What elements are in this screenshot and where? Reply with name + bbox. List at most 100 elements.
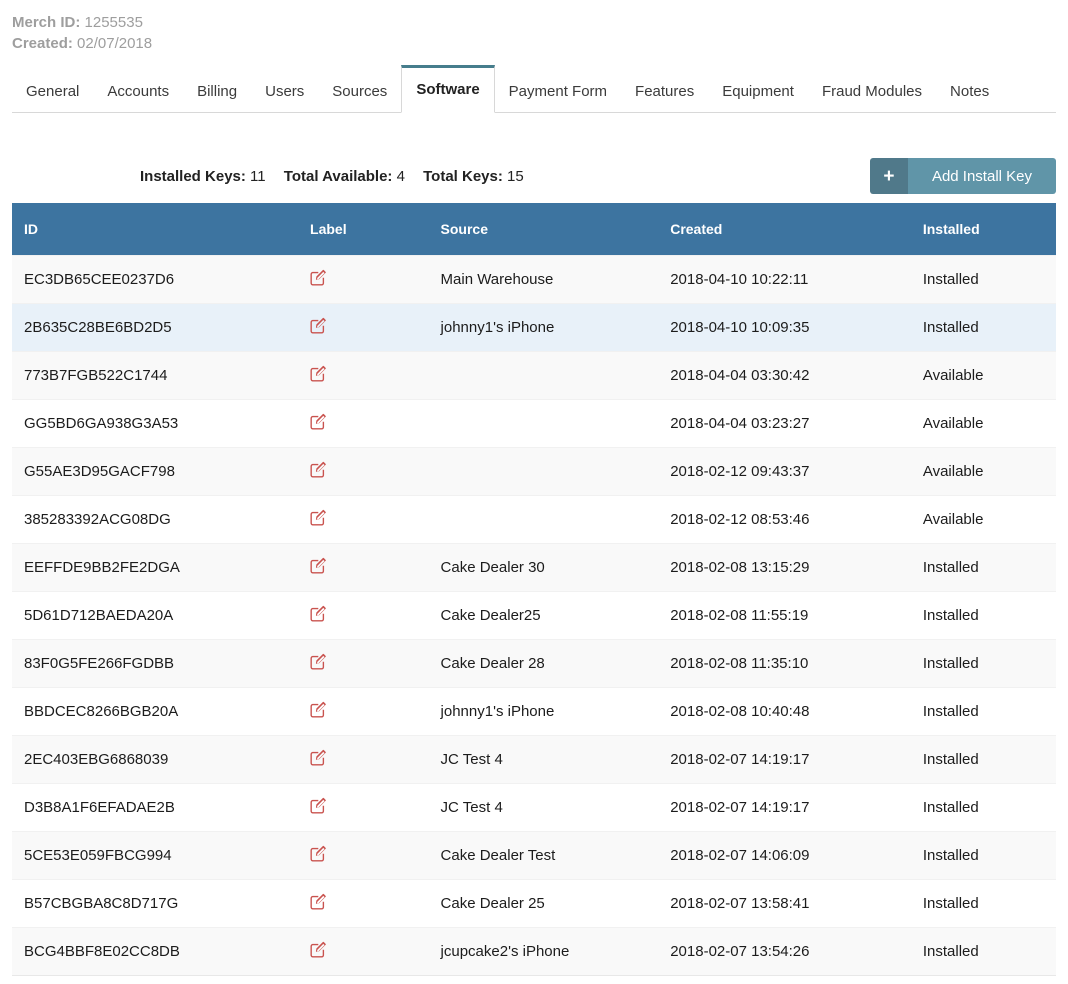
toolbar: Installed Keys: 11 Total Available: 4 To… — [12, 158, 1056, 194]
cell-source: Main Warehouse — [429, 255, 659, 303]
cell-source — [429, 447, 659, 495]
cell-installed-status: Installed — [911, 831, 1056, 879]
cell-label — [298, 447, 428, 495]
edit-label-icon[interactable] — [310, 941, 327, 958]
cell-label — [298, 735, 428, 783]
cell-installed-status: Available — [911, 351, 1056, 399]
edit-label-icon[interactable] — [310, 317, 327, 334]
tab-users[interactable]: Users — [251, 71, 318, 113]
cell-source: johnny1's iPhone — [429, 303, 659, 351]
edit-label-icon[interactable] — [310, 701, 327, 718]
cell-id: B57CBGBA8C8D717G — [12, 879, 298, 927]
tab-accounts[interactable]: Accounts — [93, 71, 183, 113]
cell-label — [298, 399, 428, 447]
install-keys-table: ID Label Source Created Installed EC3DB6… — [12, 203, 1056, 976]
cell-id: 2EC403EBG6868039 — [12, 735, 298, 783]
table-row[interactable]: EEFFDE9BB2FE2DGA Cake Dealer 30 2018-02-… — [12, 543, 1056, 591]
tab-notes[interactable]: Notes — [936, 71, 1003, 113]
add-install-key-button[interactable]: + Add Install Key — [870, 158, 1056, 194]
cell-created: 2018-04-10 10:22:11 — [658, 255, 911, 303]
cell-id: G55AE3D95GACF798 — [12, 447, 298, 495]
cell-installed-status: Installed — [911, 303, 1056, 351]
edit-label-icon[interactable] — [310, 845, 327, 862]
cell-created: 2018-04-04 03:30:42 — [658, 351, 911, 399]
cell-source: JC Test 4 — [429, 783, 659, 831]
edit-label-icon[interactable] — [310, 413, 327, 430]
edit-label-icon[interactable] — [310, 557, 327, 574]
table-row[interactable]: G55AE3D95GACF798 2018-02-12 09:43:37 Ava… — [12, 447, 1056, 495]
cell-label — [298, 543, 428, 591]
edit-label-icon[interactable] — [310, 605, 327, 622]
cell-source: Cake Dealer25 — [429, 591, 659, 639]
table-row[interactable]: 2B635C28BE6BD2D5 johnny1's iPhone 2018-0… — [12, 303, 1056, 351]
table-row[interactable]: GG5BD6GA938G3A53 2018-04-04 03:23:27 Ava… — [12, 399, 1056, 447]
cell-source — [429, 399, 659, 447]
merch-created-value: 02/07/2018 — [77, 35, 152, 52]
edit-label-icon[interactable] — [310, 653, 327, 670]
merch-created-line: Created: 02/07/2018 — [12, 33, 1068, 54]
edit-label-icon[interactable] — [310, 797, 327, 814]
edit-label-icon[interactable] — [310, 509, 327, 526]
cell-id: BBDCEC8266BGB20A — [12, 687, 298, 735]
key-stats: Installed Keys: 11 Total Available: 4 To… — [140, 168, 538, 185]
stat-total-keys-label: Total Keys: — [423, 168, 503, 185]
table-header-row: ID Label Source Created Installed — [12, 203, 1056, 255]
cell-label — [298, 879, 428, 927]
add-install-key-label: Add Install Key — [908, 158, 1056, 194]
cell-installed-status: Available — [911, 447, 1056, 495]
cell-created: 2018-02-07 13:58:41 — [658, 879, 911, 927]
cell-label — [298, 831, 428, 879]
merch-id-label: Merch ID: — [12, 14, 80, 31]
tab-features[interactable]: Features — [621, 71, 708, 113]
cell-installed-status: Installed — [911, 927, 1056, 975]
merchant-info: Merch ID: 1255535 Created: 02/07/2018 — [0, 0, 1068, 54]
table-row[interactable]: BBDCEC8266BGB20A johnny1's iPhone 2018-0… — [12, 687, 1056, 735]
table-row[interactable]: 385283392ACG08DG 2018-02-12 08:53:46 Ava… — [12, 495, 1056, 543]
table-row[interactable]: 5D61D712BAEDA20A Cake Dealer25 2018-02-0… — [12, 591, 1056, 639]
cell-label — [298, 255, 428, 303]
tab-billing[interactable]: Billing — [183, 71, 251, 113]
cell-created: 2018-02-07 14:19:17 — [658, 783, 911, 831]
table-row[interactable]: 83F0G5FE266FGDBB Cake Dealer 28 2018-02-… — [12, 639, 1056, 687]
table-row[interactable]: D3B8A1F6EFADAE2B JC Test 4 2018-02-07 14… — [12, 783, 1056, 831]
cell-label — [298, 783, 428, 831]
plus-icon: + — [870, 158, 908, 194]
table-row[interactable]: BCG4BBF8E02CC8DB jcupcake2's iPhone 2018… — [12, 927, 1056, 975]
table-header: ID Label Source Created Installed — [12, 203, 1056, 255]
table-row[interactable]: 5CE53E059FBCG994 Cake Dealer Test 2018-0… — [12, 831, 1056, 879]
cell-source: Cake Dealer 28 — [429, 639, 659, 687]
cell-label — [298, 303, 428, 351]
merch-id-line: Merch ID: 1255535 — [12, 12, 1068, 33]
cell-id: BCG4BBF8E02CC8DB — [12, 927, 298, 975]
table-row[interactable]: 2EC403EBG6868039 JC Test 4 2018-02-07 14… — [12, 735, 1056, 783]
cell-id: 2B635C28BE6BD2D5 — [12, 303, 298, 351]
table-body: EC3DB65CEE0237D6 Main Warehouse 2018-04-… — [12, 255, 1056, 975]
cell-source: Cake Dealer 25 — [429, 879, 659, 927]
cell-id: GG5BD6GA938G3A53 — [12, 399, 298, 447]
stat-total-available: Total Available: 4 — [284, 168, 409, 185]
tab-equipment[interactable]: Equipment — [708, 71, 808, 113]
tab-fraud-modules[interactable]: Fraud Modules — [808, 71, 936, 113]
cell-id: 5CE53E059FBCG994 — [12, 831, 298, 879]
column-header-id: ID — [12, 203, 298, 255]
edit-label-icon[interactable] — [310, 269, 327, 286]
edit-label-icon[interactable] — [310, 749, 327, 766]
tab-general[interactable]: General — [12, 71, 93, 113]
column-header-source: Source — [429, 203, 659, 255]
tab-software[interactable]: Software — [401, 65, 494, 113]
stat-total-keys: Total Keys: 15 — [423, 168, 524, 185]
cell-source: JC Test 4 — [429, 735, 659, 783]
tab-payment-form[interactable]: Payment Form — [495, 71, 621, 113]
stat-total-available-value: 4 — [397, 168, 405, 185]
cell-installed-status: Installed — [911, 783, 1056, 831]
edit-label-icon[interactable] — [310, 461, 327, 478]
cell-created: 2018-02-08 11:55:19 — [658, 591, 911, 639]
edit-label-icon[interactable] — [310, 365, 327, 382]
cell-id: 83F0G5FE266FGDBB — [12, 639, 298, 687]
edit-label-icon[interactable] — [310, 893, 327, 910]
table-row[interactable]: EC3DB65CEE0237D6 Main Warehouse 2018-04-… — [12, 255, 1056, 303]
cell-installed-status: Installed — [911, 639, 1056, 687]
table-row[interactable]: B57CBGBA8C8D717G Cake Dealer 25 2018-02-… — [12, 879, 1056, 927]
tab-sources[interactable]: Sources — [318, 71, 401, 113]
table-row[interactable]: 773B7FGB522C1744 2018-04-04 03:30:42 Ava… — [12, 351, 1056, 399]
